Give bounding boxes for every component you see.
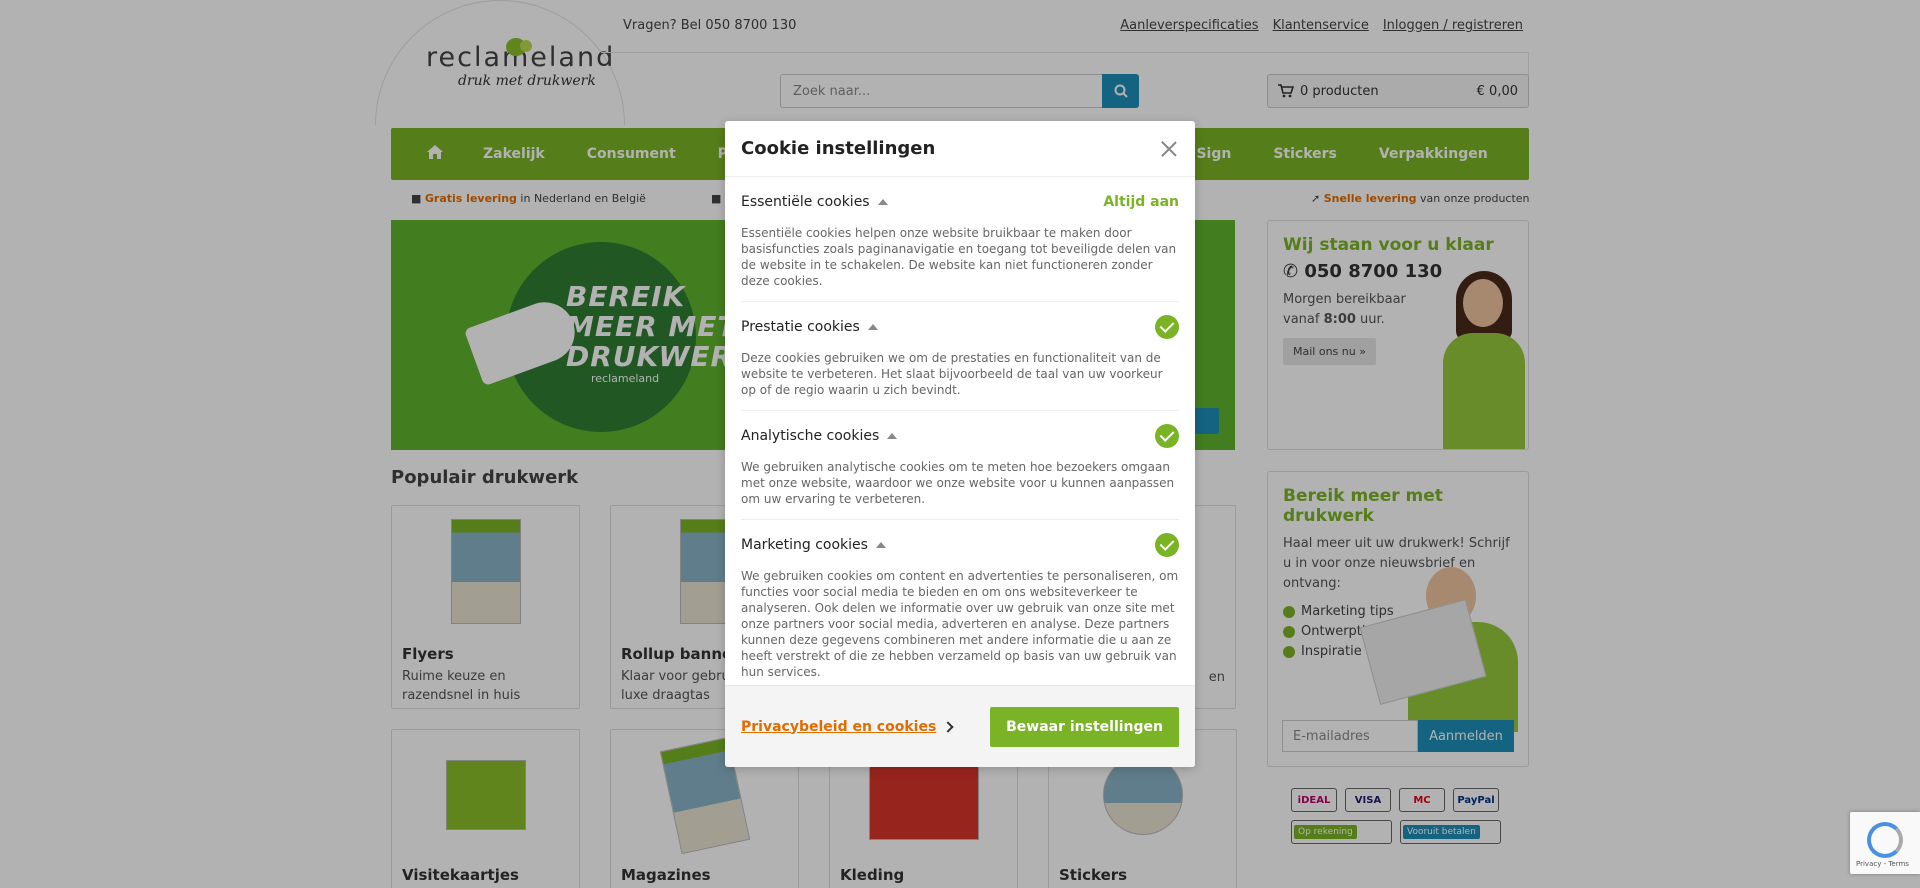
cookie-section-toggle[interactable]: Marketing cookies <box>741 537 886 553</box>
cookie-description: We gebruiken analytische cookies om te m… <box>741 460 1175 506</box>
caret-up-icon <box>877 199 888 205</box>
consent-checkbox-checked-icon[interactable] <box>1155 533 1179 557</box>
cookie-section-performance: Prestatie cookies Deze cookies gebruiken… <box>741 302 1179 411</box>
always-on-label: Altijd aan <box>1103 194 1179 210</box>
cookie-settings-dialog: Cookie instellingen Essentiële cookies A… <box>725 121 1195 767</box>
cookie-description: Deze cookies gebruiken we om de prestati… <box>741 351 1163 397</box>
cookie-section-marketing: Marketing cookies We gebruiken cookies o… <box>741 520 1179 685</box>
cookie-section-toggle[interactable]: Prestatie cookies <box>741 319 878 335</box>
cookie-description: We gebruiken cookies om content en adver… <box>741 569 1179 679</box>
recaptcha-links[interactable]: Privacy - Terms <box>1856 860 1909 868</box>
recaptcha-icon <box>1867 822 1903 858</box>
dialog-title: Cookie instellingen <box>741 138 936 159</box>
consent-checkbox-checked-icon[interactable] <box>1155 424 1179 448</box>
chevron-right-icon <box>942 720 954 733</box>
cookie-description: Essentiële cookies helpen onze website b… <box>741 226 1177 288</box>
caret-up-icon <box>887 433 898 439</box>
dialog-body[interactable]: Essentiële cookies Altijd aan Essentiële… <box>725 177 1195 685</box>
save-settings-button[interactable]: Bewaar instellingen <box>990 706 1179 747</box>
recaptcha-badge[interactable]: Privacy - Terms <box>1850 812 1920 874</box>
cookie-section-analytics: Analytische cookies We gebruiken analyti… <box>741 411 1179 520</box>
dialog-header: Cookie instellingen <box>725 121 1195 177</box>
consent-checkbox-checked-icon[interactable] <box>1155 315 1179 339</box>
caret-up-icon <box>875 542 886 548</box>
dialog-footer: Privacybeleid en cookies Bewaar instelli… <box>725 685 1195 767</box>
caret-up-icon <box>867 324 878 330</box>
cookie-section-essential: Essentiële cookies Altijd aan Essentiële… <box>741 177 1179 302</box>
cookie-section-toggle[interactable]: Analytische cookies <box>741 428 898 444</box>
privacy-policy-link[interactable]: Privacybeleid en cookies <box>741 719 954 735</box>
close-icon[interactable] <box>1159 139 1179 159</box>
cookie-section-toggle[interactable]: Essentiële cookies <box>741 194 888 210</box>
